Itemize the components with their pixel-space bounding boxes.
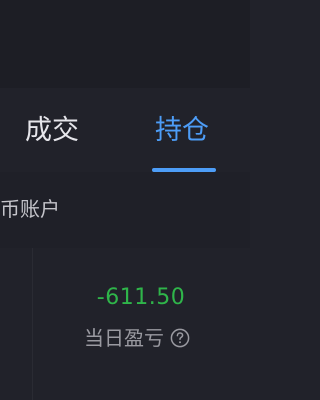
panel-divider — [32, 248, 33, 400]
top-bar-background — [0, 0, 250, 88]
pnl-summary-panel: -611.50 当日盈亏 — [0, 248, 250, 400]
tab-deals[interactable]: 成交 — [25, 114, 79, 148]
account-label: 币账户 — [0, 197, 60, 221]
daily-pnl-label-row: 当日盈亏 — [84, 324, 190, 352]
tab-positions[interactable]: 持仓 — [155, 114, 209, 148]
daily-pnl-label: 当日盈亏 — [84, 326, 164, 350]
account-selector[interactable]: 币账户 — [0, 172, 250, 248]
daily-pnl-value: -611.50 — [96, 285, 186, 310]
help-circle-icon[interactable] — [170, 328, 190, 348]
tab-bar: 成交 持仓 — [0, 88, 250, 173]
